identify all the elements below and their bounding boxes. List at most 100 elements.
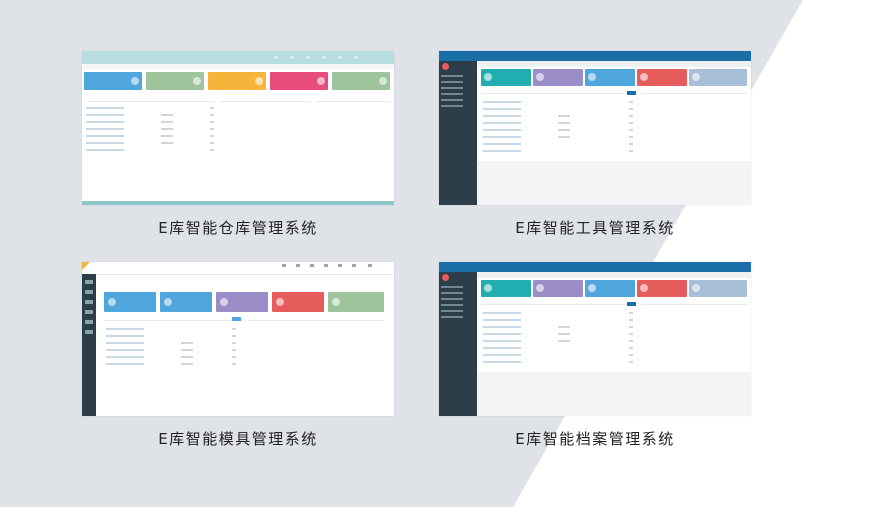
- stat-tile[interactable]: [585, 69, 635, 86]
- sidebar-item[interactable]: [441, 304, 463, 306]
- sidebar-item[interactable]: [441, 286, 463, 288]
- tab-strip: [477, 61, 751, 67]
- screenshot-archive[interactable]: [439, 262, 751, 416]
- sidebar-item[interactable]: [441, 298, 463, 300]
- caption-warehouse: E库智能仓库管理系统: [158, 219, 318, 237]
- stat-tile[interactable]: [84, 72, 142, 90]
- footer-bar: [82, 201, 394, 205]
- stat-tile[interactable]: [104, 292, 156, 312]
- sidebar-item[interactable]: [441, 93, 463, 95]
- sidebar-item[interactable]: [85, 320, 93, 324]
- search-button[interactable]: [627, 91, 636, 95]
- toolbar-icon[interactable]: [290, 56, 294, 59]
- search-button[interactable]: [232, 317, 241, 321]
- table-row[interactable]: [106, 335, 236, 337]
- table-row[interactable]: [86, 107, 214, 109]
- table-row[interactable]: [483, 340, 633, 342]
- search-button[interactable]: [627, 302, 636, 306]
- sidebar-item[interactable]: [441, 81, 463, 83]
- stat-tile[interactable]: [585, 280, 635, 297]
- stat-tile[interactable]: [328, 292, 384, 312]
- sidebar-item[interactable]: [441, 99, 463, 101]
- table-row[interactable]: [483, 319, 633, 321]
- toolbar-icon[interactable]: [310, 264, 314, 267]
- stat-tile[interactable]: [637, 280, 687, 297]
- stat-tile[interactable]: [637, 69, 687, 86]
- stat-tile[interactable]: [332, 72, 390, 90]
- stat-tile[interactable]: [481, 280, 531, 297]
- table-row[interactable]: [483, 333, 633, 335]
- stat-tile[interactable]: [689, 69, 747, 86]
- sidebar-item[interactable]: [441, 87, 463, 89]
- table-row[interactable]: [483, 312, 633, 314]
- toolbar-icon[interactable]: [338, 264, 342, 267]
- table-row[interactable]: [86, 114, 214, 116]
- sidebar-item[interactable]: [85, 330, 93, 334]
- sidebar-item[interactable]: [441, 292, 463, 294]
- panel-divider: [641, 304, 747, 305]
- table-row[interactable]: [483, 129, 633, 131]
- toolbar-icon[interactable]: [296, 264, 300, 267]
- table-row[interactable]: [483, 101, 633, 103]
- table-row[interactable]: [86, 142, 214, 144]
- table-row[interactable]: [106, 328, 236, 330]
- table-row[interactable]: [106, 363, 236, 365]
- toolbar-icon[interactable]: [354, 56, 358, 59]
- screenshot-mold[interactable]: [82, 262, 394, 416]
- stat-tile[interactable]: [160, 292, 212, 312]
- table-row[interactable]: [106, 349, 236, 351]
- table-row[interactable]: [483, 108, 633, 110]
- sidebar-item[interactable]: [85, 280, 93, 284]
- toolbar-icon[interactable]: [306, 56, 310, 59]
- table-row[interactable]: [86, 121, 214, 123]
- panel-divider: [641, 93, 747, 94]
- toolbar-icon[interactable]: [274, 56, 278, 59]
- table-row[interactable]: [86, 128, 214, 130]
- tile-icon: [193, 77, 201, 85]
- screenshot-warehouse[interactable]: [82, 51, 394, 205]
- table-row[interactable]: [483, 354, 633, 356]
- stat-tile[interactable]: [208, 72, 266, 90]
- tile-icon: [536, 73, 544, 81]
- sidebar-item[interactable]: [441, 75, 463, 77]
- table-row[interactable]: [483, 143, 633, 145]
- table-row[interactable]: [106, 356, 236, 358]
- toolbar-icon[interactable]: [338, 56, 342, 59]
- stat-tile[interactable]: [533, 69, 583, 86]
- table-row[interactable]: [483, 150, 633, 152]
- stat-tile[interactable]: [146, 72, 204, 90]
- table-row[interactable]: [106, 342, 236, 344]
- toolbar-icon[interactable]: [352, 264, 356, 267]
- table-row[interactable]: [483, 361, 633, 363]
- toolbar-icon[interactable]: [324, 264, 328, 267]
- table-row[interactable]: [483, 122, 633, 124]
- toolbar-icon[interactable]: [368, 264, 372, 267]
- tile-icon: [588, 284, 596, 292]
- tile-icon: [379, 77, 387, 85]
- stat-tile[interactable]: [216, 292, 268, 312]
- sidebar-item[interactable]: [85, 310, 93, 314]
- table-row[interactable]: [483, 136, 633, 138]
- table-row[interactable]: [86, 149, 214, 151]
- user-avatar[interactable]: [442, 274, 449, 281]
- sidebar-item[interactable]: [441, 105, 463, 107]
- table-row[interactable]: [86, 135, 214, 137]
- stat-tile[interactable]: [481, 69, 531, 86]
- table-row[interactable]: [483, 115, 633, 117]
- table-row[interactable]: [483, 326, 633, 328]
- sidebar-item[interactable]: [441, 310, 463, 312]
- screenshot-tool[interactable]: [439, 51, 751, 205]
- tile-icon: [164, 298, 172, 306]
- table-row[interactable]: [483, 347, 633, 349]
- stat-tile[interactable]: [272, 292, 324, 312]
- top-bar: [439, 262, 751, 272]
- toolbar-icon[interactable]: [322, 56, 326, 59]
- stat-tile[interactable]: [270, 72, 328, 90]
- sidebar-item[interactable]: [441, 316, 463, 318]
- user-avatar[interactable]: [442, 63, 449, 70]
- sidebar-item[interactable]: [85, 290, 93, 294]
- toolbar-icon[interactable]: [282, 264, 286, 267]
- sidebar-item[interactable]: [85, 300, 93, 304]
- stat-tile[interactable]: [689, 280, 747, 297]
- stat-tile[interactable]: [533, 280, 583, 297]
